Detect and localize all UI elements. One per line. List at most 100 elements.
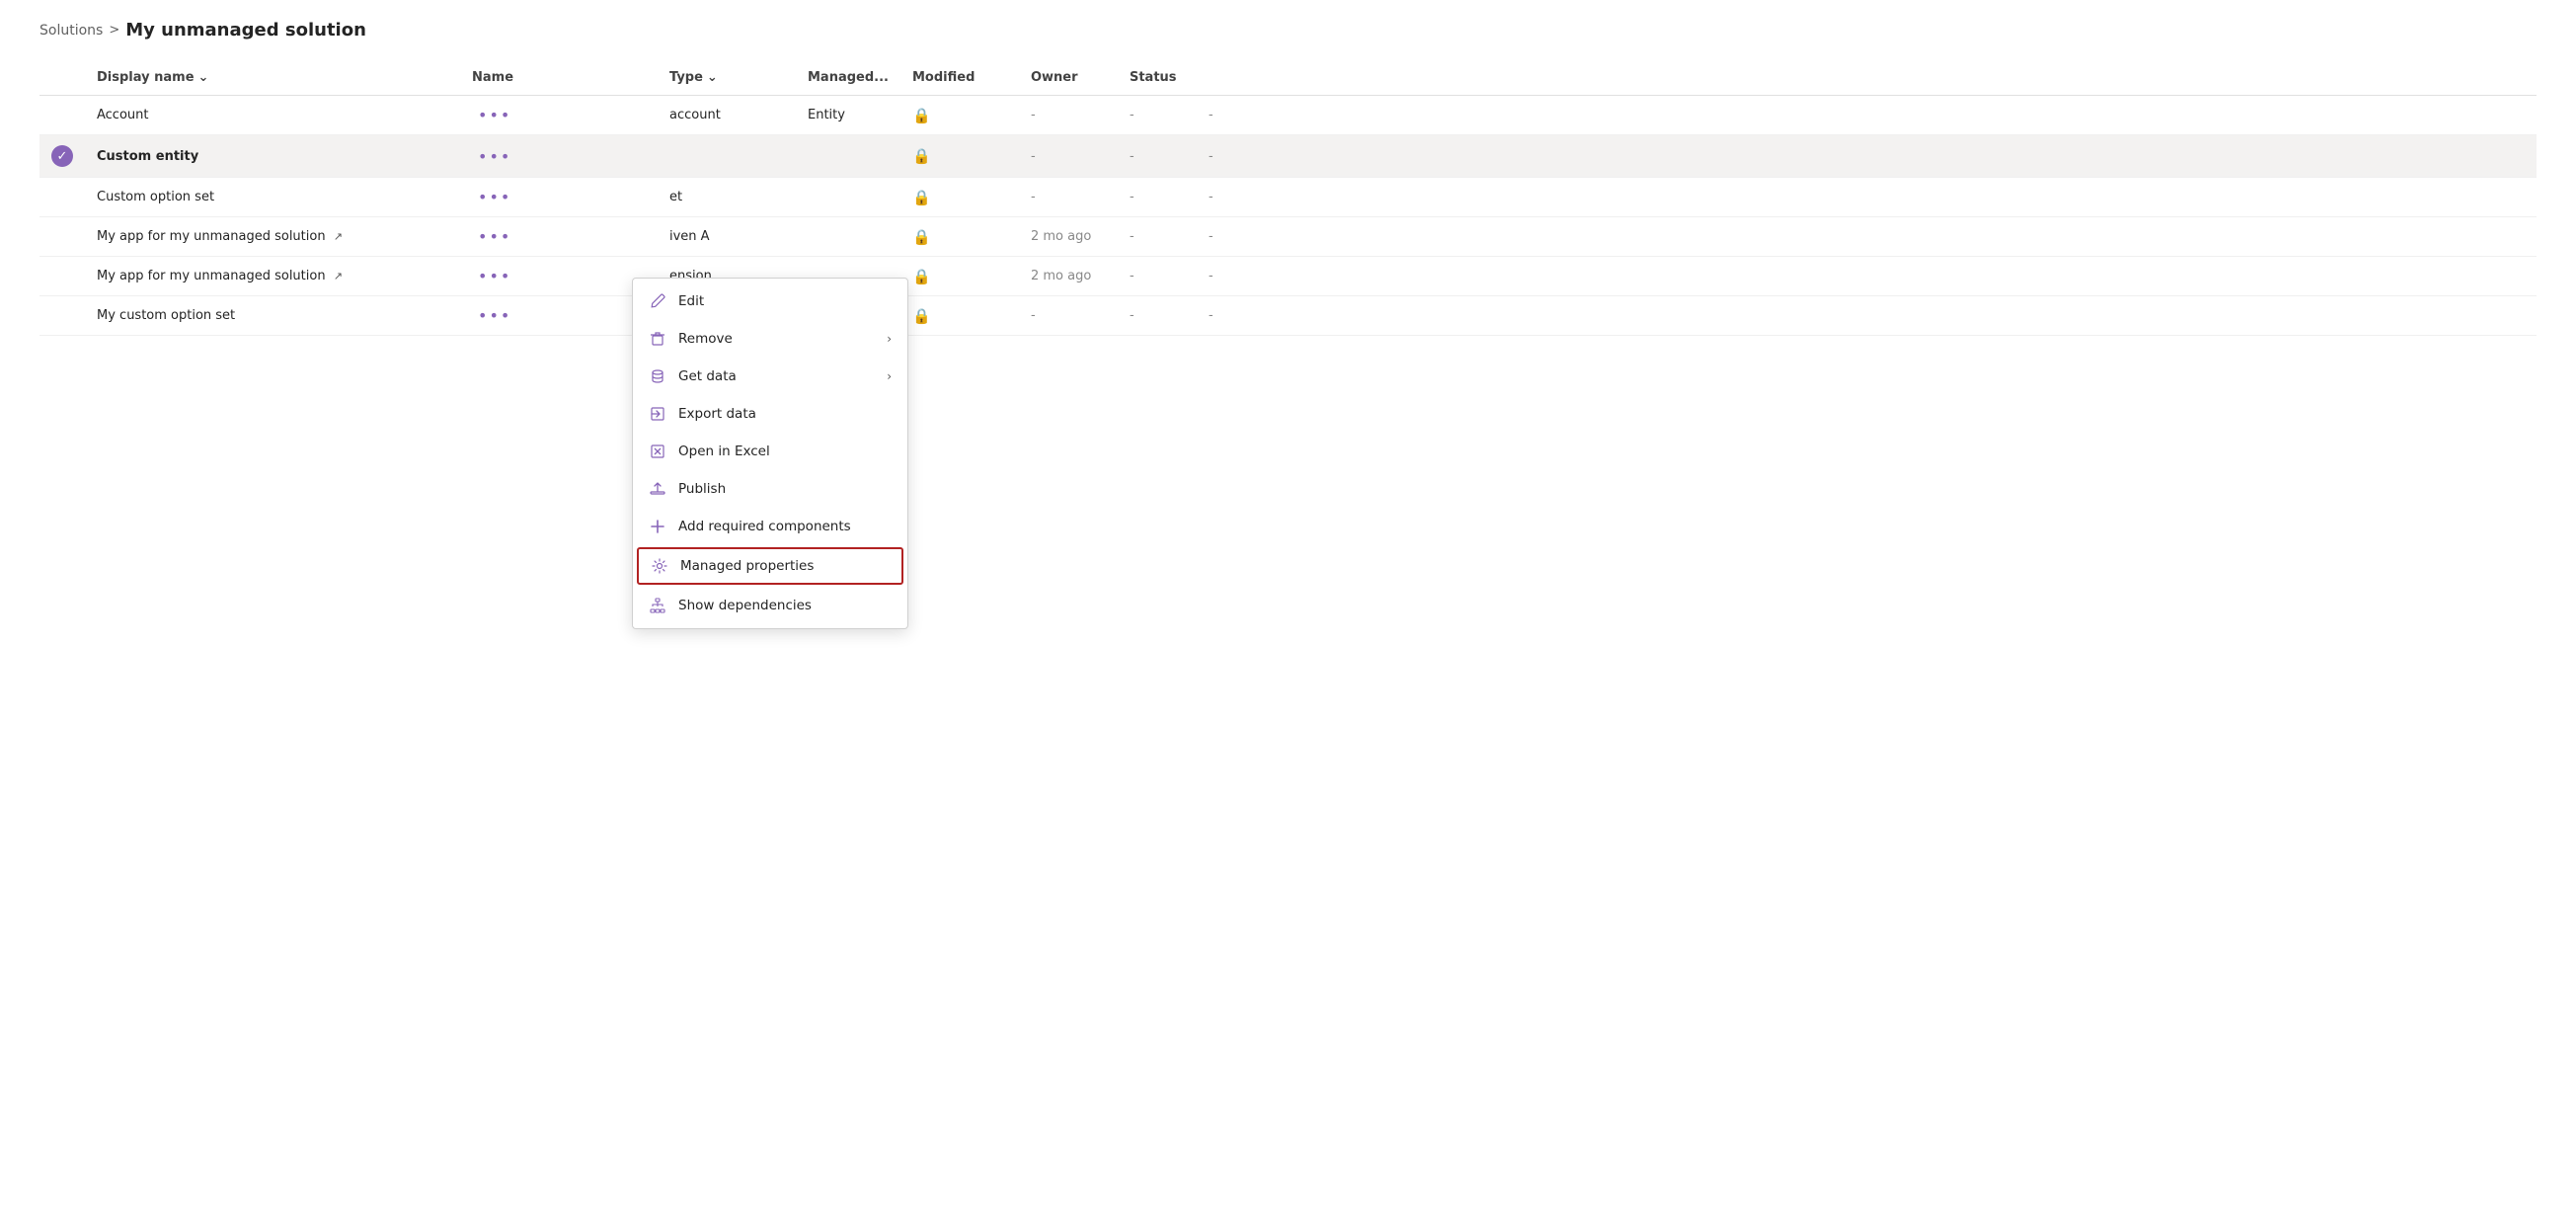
main-content: Display name ⌄ Name Type ⌄ Managed... Mo… — [0, 50, 2576, 336]
table-row: My app for my unmanaged solution ↗•••ens… — [39, 257, 2537, 296]
menu-item-label: Remove — [678, 331, 733, 347]
row-select-cell[interactable] — [39, 296, 85, 336]
table-row: Custom option set•••et🔒--- — [39, 178, 2537, 217]
row-name: et — [658, 178, 796, 217]
row-owner: - — [1118, 217, 1197, 257]
row-owner: - — [1118, 135, 1197, 178]
ellipsis-button[interactable]: ••• — [472, 225, 517, 248]
table-row: ✓Custom entity•••🔒--- — [39, 135, 2537, 178]
row-display-name: My app for my unmanaged solution ↗ — [85, 257, 460, 296]
row-select-cell[interactable] — [39, 178, 85, 217]
row-ellipsis-menu[interactable]: ••• — [460, 135, 658, 178]
row-ellipsis-menu[interactable]: ••• — [460, 257, 658, 296]
row-modified: 2 mo ago — [1019, 217, 1118, 257]
database-icon — [649, 367, 666, 385]
lock-icon: 🔒 — [912, 268, 931, 285]
chevron-down-icon-type: ⌄ — [707, 70, 718, 85]
ellipsis-button[interactable]: ••• — [472, 265, 517, 287]
context-menu: Edit Remove › Get data › Export data Open in E… — [632, 278, 908, 629]
row-modified: 2 mo ago — [1019, 257, 1118, 296]
table-header-row: Display name ⌄ Name Type ⌄ Managed... Mo… — [39, 60, 2537, 96]
lock-icon: 🔒 — [912, 307, 931, 325]
row-select-cell[interactable] — [39, 217, 85, 257]
trash-icon — [649, 330, 666, 348]
row-managed: 🔒 — [900, 135, 1019, 178]
menu-item-label: Show dependencies — [678, 598, 812, 613]
ellipsis-button[interactable]: ••• — [472, 104, 517, 126]
menu-item-label: Add required components — [678, 519, 851, 534]
lock-icon: 🔒 — [912, 147, 931, 165]
menu-item-get-data[interactable]: Get data › — [633, 358, 907, 395]
ellipsis-button[interactable]: ••• — [472, 304, 517, 327]
row-display-name: Account — [85, 96, 460, 135]
lock-icon: 🔒 — [912, 228, 931, 246]
selected-check-icon: ✓ — [51, 145, 73, 167]
submenu-arrow-icon: › — [887, 369, 892, 383]
solutions-table: Display name ⌄ Name Type ⌄ Managed... Mo… — [39, 60, 2537, 336]
row-managed: 🔒 — [900, 217, 1019, 257]
row-status: - — [1197, 96, 2537, 135]
table-row: My app for my unmanaged solution ↗•••ive… — [39, 217, 2537, 257]
row-status: - — [1197, 257, 2537, 296]
row-owner: - — [1118, 178, 1197, 217]
row-ellipsis-menu[interactable]: ••• — [460, 96, 658, 135]
menu-item-label: Get data — [678, 368, 737, 384]
row-managed: 🔒 — [900, 296, 1019, 336]
row-type: Entity — [796, 96, 900, 135]
row-display-name: My custom option set — [85, 296, 460, 336]
select-all-header — [39, 60, 85, 96]
menu-item-open-excel[interactable]: Open in Excel — [633, 433, 907, 470]
menu-item-publish[interactable]: Publish — [633, 470, 907, 508]
sort-display-name[interactable]: Display name ⌄ — [97, 70, 208, 85]
hierarchy-icon — [649, 597, 666, 614]
row-select-cell[interactable] — [39, 96, 85, 135]
breadcrumb-separator: > — [109, 23, 119, 38]
row-ellipsis-menu[interactable]: ••• — [460, 217, 658, 257]
menu-item-add-required[interactable]: Add required components — [633, 508, 907, 545]
col-header-owner: Owner — [1019, 60, 1118, 96]
submenu-arrow-icon: › — [887, 332, 892, 346]
row-ellipsis-menu[interactable]: ••• — [460, 178, 658, 217]
row-status: - — [1197, 217, 2537, 257]
menu-item-label: Edit — [678, 293, 704, 309]
row-managed: 🔒 — [900, 96, 1019, 135]
publish-icon — [649, 480, 666, 498]
row-managed: 🔒 — [900, 257, 1019, 296]
external-link-icon: ↗ — [334, 270, 343, 282]
col-header-managed: Managed... — [796, 60, 900, 96]
row-display-name: Custom entity — [85, 135, 460, 178]
breadcrumb-current: My unmanaged solution — [125, 20, 366, 40]
ellipsis-button[interactable]: ••• — [472, 145, 517, 168]
menu-item-remove[interactable]: Remove › — [633, 320, 907, 358]
row-status: - — [1197, 135, 2537, 178]
menu-item-label: Publish — [678, 481, 726, 497]
ellipsis-button[interactable]: ••• — [472, 186, 517, 208]
breadcrumb-solutions-link[interactable]: Solutions — [39, 23, 103, 39]
col-header-type[interactable]: Type ⌄ — [658, 60, 796, 96]
menu-item-edit[interactable]: Edit — [633, 282, 907, 320]
row-type — [796, 217, 900, 257]
row-name: account — [658, 96, 796, 135]
lock-icon: 🔒 — [912, 107, 931, 124]
row-name — [658, 135, 796, 178]
row-name: iven A — [658, 217, 796, 257]
row-type — [796, 178, 900, 217]
row-select-cell[interactable]: ✓ — [39, 135, 85, 178]
col-header-display-name[interactable]: Display name ⌄ — [85, 60, 460, 96]
breadcrumb: Solutions > My unmanaged solution — [0, 0, 2576, 50]
sort-type[interactable]: Type ⌄ — [669, 70, 718, 85]
row-owner: - — [1118, 257, 1197, 296]
gear-icon — [651, 557, 668, 575]
table-row: Account•••accountEntity🔒--- — [39, 96, 2537, 135]
export-icon — [649, 405, 666, 423]
row-ellipsis-menu[interactable]: ••• — [460, 296, 658, 336]
menu-item-label: Open in Excel — [678, 444, 770, 459]
row-status: - — [1197, 178, 2537, 217]
row-select-cell[interactable] — [39, 257, 85, 296]
row-modified: - — [1019, 178, 1118, 217]
external-link-icon: ↗ — [334, 230, 343, 243]
menu-item-show-dependencies[interactable]: Show dependencies — [633, 587, 907, 624]
menu-item-managed-properties[interactable]: Managed properties — [637, 547, 903, 585]
menu-item-export-data[interactable]: Export data — [633, 395, 907, 433]
row-display-name: Custom option set — [85, 178, 460, 217]
